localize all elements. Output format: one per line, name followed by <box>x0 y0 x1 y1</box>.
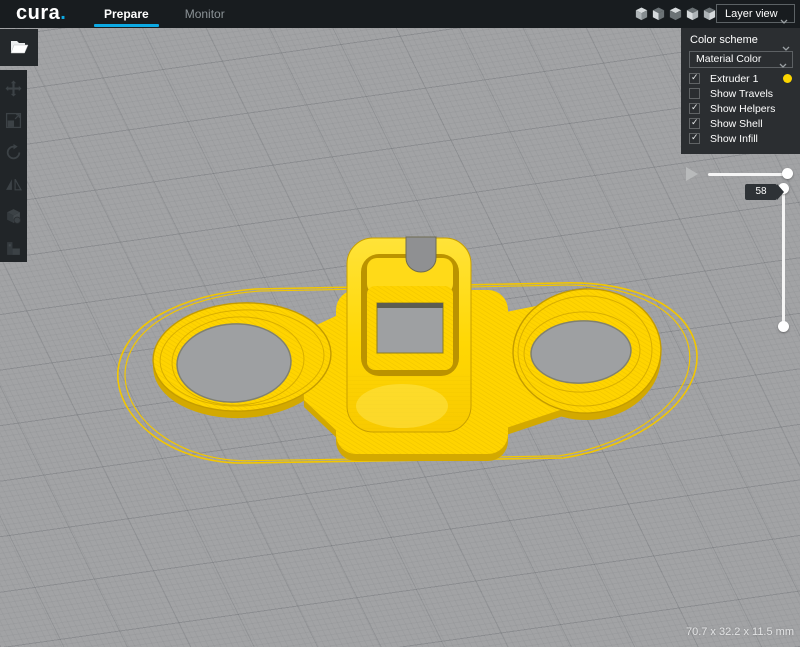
color-scheme-header[interactable]: Color scheme <box>681 28 800 50</box>
color-scheme-value: Material Color <box>696 53 761 65</box>
tab-prepare-label: Prepare <box>104 7 149 21</box>
per-model-settings-button[interactable] <box>5 208 22 225</box>
layer-slider-track[interactable] <box>782 188 785 328</box>
checkbox-label: Show Shell <box>710 118 763 130</box>
simulation-slider-handle[interactable] <box>782 168 793 179</box>
extruder-swatch <box>783 74 792 83</box>
checkbox-label: Show Helpers <box>710 103 775 115</box>
layer-slider-bottom-handle[interactable] <box>778 321 789 332</box>
tab-prepare[interactable]: Prepare <box>86 0 167 28</box>
checkbox-show-helpers[interactable]: Show Helpers <box>681 102 800 117</box>
view-mode-dropdown[interactable]: Layer view <box>716 4 795 23</box>
top-bar: cura. Prepare Monitor Layer view <box>0 0 800 28</box>
active-tab-underline <box>94 24 159 27</box>
model-dimensions-label: 70.7 x 32.2 x 11.5 mm <box>686 626 794 638</box>
camera-view-buttons <box>634 6 717 22</box>
checkbox-label: Extruder 1 <box>710 73 758 85</box>
checkbox-icon <box>689 73 700 84</box>
checkbox-show-infill[interactable]: Show Infill <box>681 132 800 147</box>
move-tool-button[interactable] <box>5 80 22 97</box>
checkbox-icon <box>689 133 700 144</box>
rotate-tool-button[interactable] <box>5 144 22 161</box>
checkbox-show-travels[interactable]: Show Travels <box>681 87 800 102</box>
tab-monitor-label: Monitor <box>185 7 225 21</box>
checkbox-label: Show Infill <box>710 133 758 145</box>
build-plate-viewport[interactable] <box>0 0 800 647</box>
3d-view-icon[interactable] <box>634 6 649 22</box>
chevron-down-icon <box>780 12 788 31</box>
app-logo: cura. <box>16 0 66 28</box>
tab-monitor[interactable]: Monitor <box>167 0 243 28</box>
layer-view-panel: Color scheme Material Color Extruder 1 S… <box>681 28 800 154</box>
checkbox-extruder-1[interactable]: Extruder 1 <box>681 72 800 87</box>
top-view-icon[interactable] <box>668 6 683 22</box>
left-view-icon[interactable] <box>685 6 700 22</box>
open-folder-icon <box>10 40 29 55</box>
model-tower <box>347 237 471 432</box>
color-scheme-title: Color scheme <box>690 34 758 46</box>
front-view-icon[interactable] <box>651 6 666 22</box>
open-file-button[interactable] <box>0 29 38 66</box>
logo-text: cura <box>16 2 60 24</box>
checkbox-label: Show Travels <box>710 88 773 100</box>
checkbox-icon <box>689 88 700 99</box>
tool-sidebar <box>0 70 27 262</box>
mirror-tool-button[interactable] <box>5 176 22 193</box>
simulation-slider-track[interactable] <box>708 173 788 176</box>
support-blocker-button[interactable] <box>5 240 22 257</box>
checkbox-icon <box>689 118 700 129</box>
logo-dot: . <box>60 2 66 24</box>
view-mode-value: Layer view <box>725 8 778 20</box>
checkbox-icon <box>689 103 700 114</box>
tower-notch <box>406 237 436 272</box>
stage-tabs: Prepare Monitor <box>86 0 243 28</box>
chevron-down-icon <box>779 58 787 73</box>
current-layer-badge[interactable]: 58 <box>745 184 777 200</box>
color-scheme-select[interactable]: Material Color <box>689 51 793 68</box>
model-preview[interactable] <box>0 0 800 647</box>
scale-tool-button[interactable] <box>5 112 22 129</box>
checkbox-show-shell[interactable]: Show Shell <box>681 117 800 132</box>
play-simulation-button[interactable] <box>686 167 698 181</box>
right-view-icon[interactable] <box>702 6 717 22</box>
